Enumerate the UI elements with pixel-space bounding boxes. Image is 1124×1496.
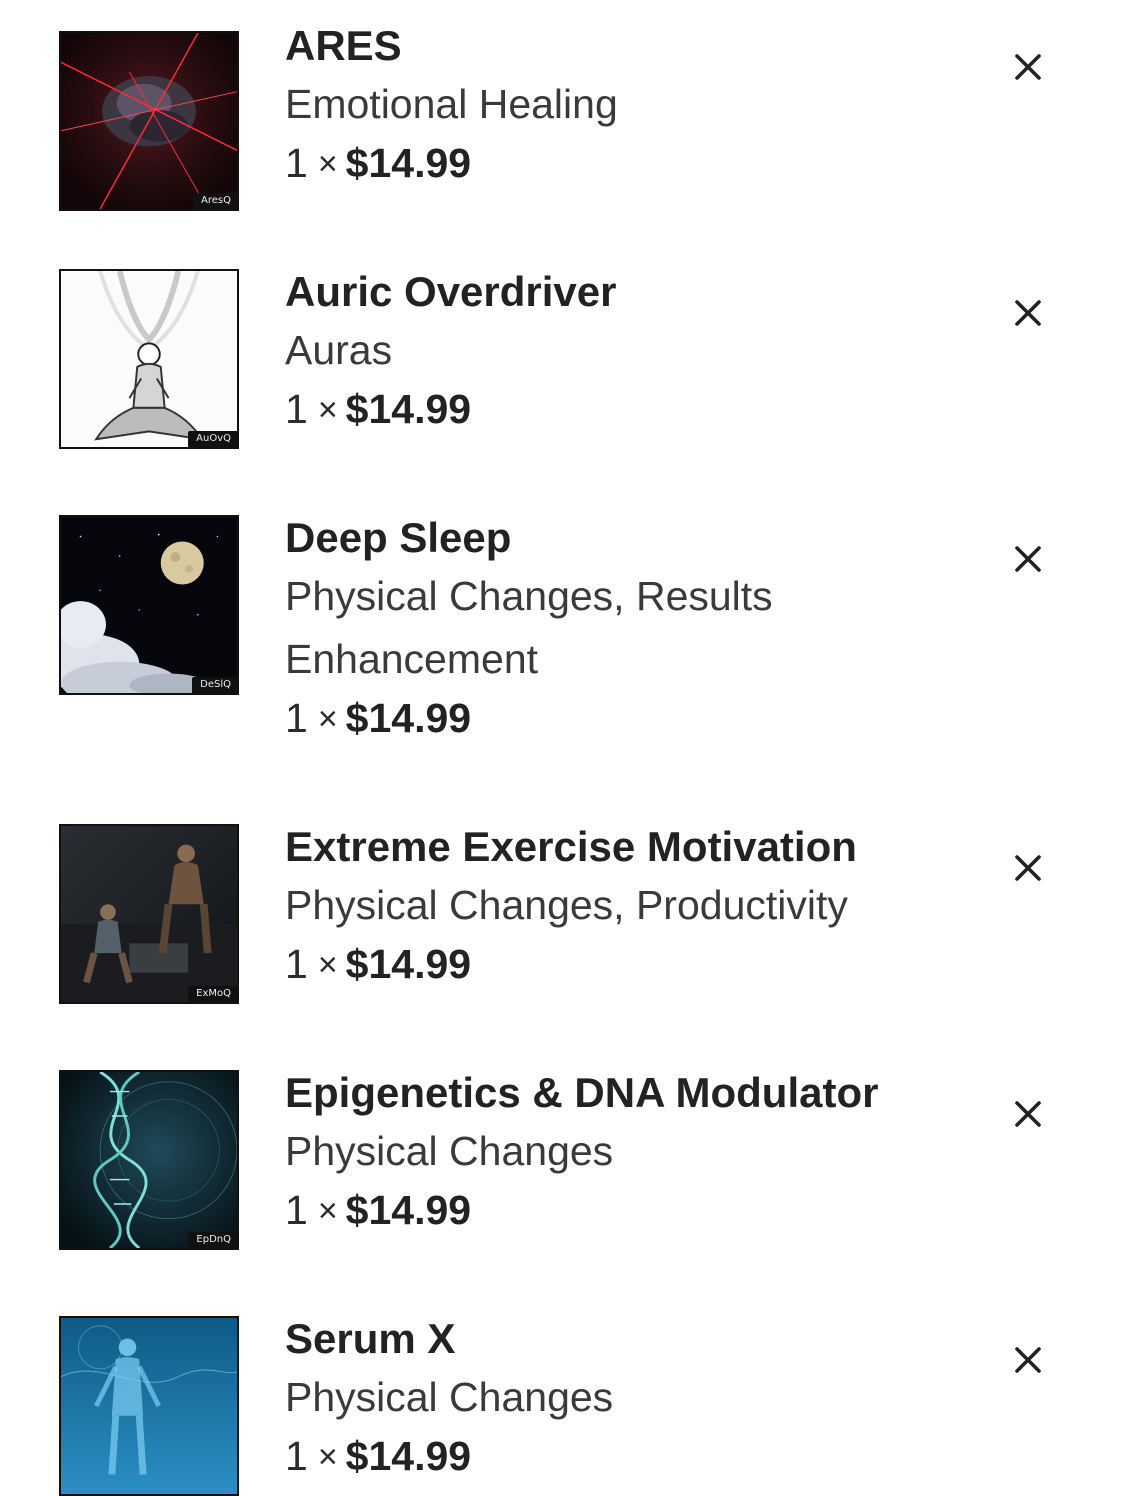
product-thumbnail[interactable]: ExMoQ [59,824,239,1004]
product-code-tag: EpDnQ [188,1232,237,1248]
price-line: 1 × $14.99 [285,385,965,436]
remove-item-button[interactable] [1008,293,1048,333]
red-storm-artwork-icon [61,33,237,209]
product-code-tag: AresQ [193,193,237,209]
price-line: 1 × $14.99 [285,940,965,991]
times-symbol: × [317,1438,338,1476]
product-code-tag: ExMoQ [188,986,237,1002]
price-line: 1 × $14.99 [285,139,965,190]
close-icon [1015,546,1041,572]
product-categories: Auras [285,327,393,373]
remove-item-button[interactable] [1008,1094,1048,1134]
dna-helix-artwork-icon [61,1072,237,1248]
product-info: Epigenetics & DNA Modulator Physical Cha… [285,1069,965,1237]
product-thumbnail[interactable] [59,1316,239,1496]
times-symbol: × [317,1192,338,1230]
product-title[interactable]: Serum X [285,1315,965,1363]
product-title[interactable]: Extreme Exercise Motivation [285,823,965,871]
close-icon [1015,300,1041,326]
product-code-tag: AuOvQ [188,431,237,447]
product-thumbnail[interactable]: DeSlQ [59,515,239,695]
quantity: 1 [285,941,308,987]
product-title[interactable]: Deep Sleep [285,514,965,562]
product-title[interactable]: ARES [285,22,965,70]
moon-clouds-artwork-icon [61,517,237,693]
quantity: 1 [285,386,308,432]
product-thumbnail[interactable]: AuOvQ [59,269,239,449]
close-icon [1015,1101,1041,1127]
product-categories: Physical Changes, Results Enhancement [285,573,773,682]
price-line: 1 × $14.99 [285,694,965,745]
product-categories: Emotional Healing [285,81,618,127]
remove-item-button[interactable] [1008,848,1048,888]
times-symbol: × [317,391,338,429]
product-categories: Physical Changes, Productivity [285,882,848,928]
quantity: 1 [285,1187,308,1233]
blue-human-artwork-icon [61,1318,237,1494]
remove-item-button[interactable] [1008,1340,1048,1380]
quantity: 1 [285,1433,308,1479]
quantity: 1 [285,140,308,186]
product-code-tag: DeSlQ [192,677,237,693]
product-info: Deep Sleep Physical Changes, Results Enh… [285,514,965,745]
price-line: 1 × $14.99 [285,1432,965,1483]
price-amount: $14.99 [345,386,472,432]
price-amount: $14.99 [345,695,472,741]
product-categories: Physical Changes [285,1128,614,1174]
price-line: 1 × $14.99 [285,1186,965,1237]
price-amount: $14.99 [345,941,472,987]
quantity: 1 [285,695,308,741]
meditating-figure-artwork-icon [61,271,237,447]
price-amount: $14.99 [345,1187,472,1233]
close-icon [1015,855,1041,881]
times-symbol: × [317,145,338,183]
product-title[interactable]: Auric Overdriver [285,268,965,316]
product-thumbnail[interactable]: AresQ [59,31,239,211]
times-symbol: × [317,946,338,984]
product-info: Serum X Physical Changes 1 × $14.99 [285,1315,965,1483]
product-info: Extreme Exercise Motivation Physical Cha… [285,823,965,991]
remove-item-button[interactable] [1008,47,1048,87]
price-amount: $14.99 [345,140,472,186]
product-categories: Physical Changes [285,1374,614,1420]
close-icon [1015,1347,1041,1373]
product-info: Auric Overdriver Auras 1 × $14.99 [285,268,965,436]
close-icon [1015,54,1041,80]
remove-item-button[interactable] [1008,539,1048,579]
price-amount: $14.99 [345,1433,472,1479]
product-thumbnail[interactable]: EpDnQ [59,1070,239,1250]
gym-athletes-artwork-icon [61,826,237,1002]
times-symbol: × [317,700,338,738]
product-info: ARES Emotional Healing 1 × $14.99 [285,22,965,190]
product-title[interactable]: Epigenetics & DNA Modulator [285,1069,965,1117]
